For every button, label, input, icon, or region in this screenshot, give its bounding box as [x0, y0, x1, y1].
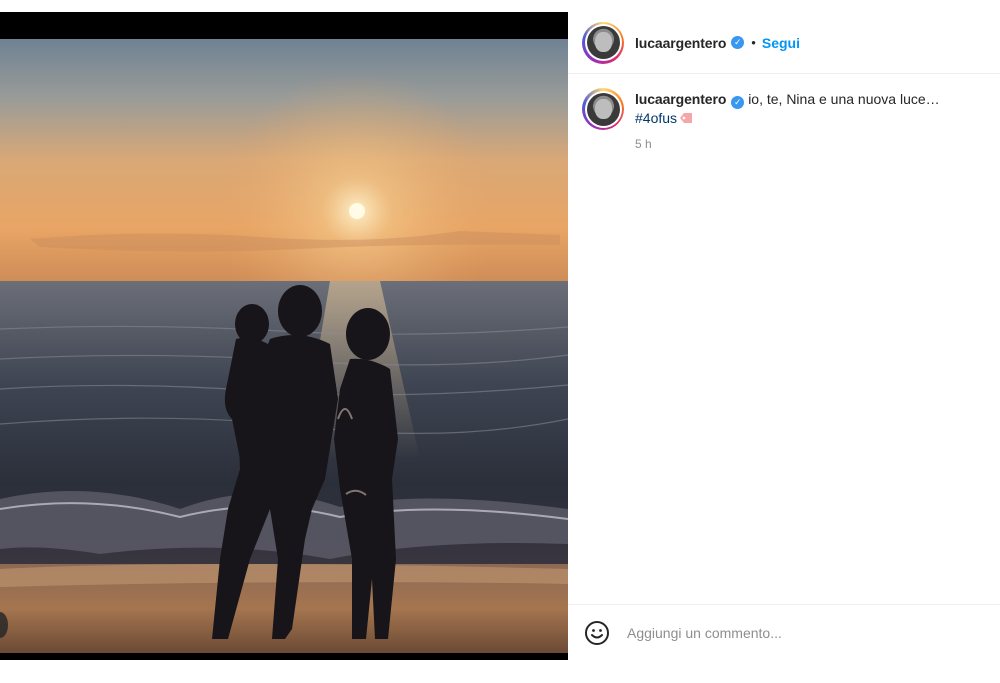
caption-body: io, te, Nina e una nuova luce…: [748, 91, 940, 107]
separator-dot: •: [751, 35, 756, 50]
post-timestamp: 5 h: [635, 137, 652, 151]
verified-badge-icon: ✓: [731, 36, 745, 49]
post-sidebar: lucaargentero ✓ • Segui lucaargentero ✓ i…: [568, 12, 1000, 660]
author-username[interactable]: lucaargentero: [635, 35, 726, 51]
avatar-image: [586, 26, 620, 59]
post-media[interactable]: [0, 12, 568, 660]
hashtag-link[interactable]: #4ofus: [635, 110, 677, 126]
verified-badge-icon: ✓: [731, 96, 745, 109]
avatar-image: [586, 92, 620, 126]
comment-input[interactable]: [627, 624, 957, 641]
comment-bar: [568, 604, 1000, 660]
post-photo: [0, 39, 568, 653]
emoji-smiley-icon[interactable]: [584, 620, 610, 646]
follow-button[interactable]: Segui: [762, 35, 800, 51]
caption-username[interactable]: lucaargentero: [635, 91, 726, 107]
avatar[interactable]: [582, 21, 624, 64]
caption-text-block: lucaargentero ✓ io, te, Nina e una nuova …: [635, 88, 940, 154]
post-header: lucaargentero ✓ • Segui: [568, 12, 1000, 74]
caption-avatar[interactable]: [582, 88, 624, 130]
label-tag-emoji-icon: [680, 113, 693, 123]
caption: lucaargentero ✓ io, te, Nina e una nuova …: [568, 74, 1000, 154]
